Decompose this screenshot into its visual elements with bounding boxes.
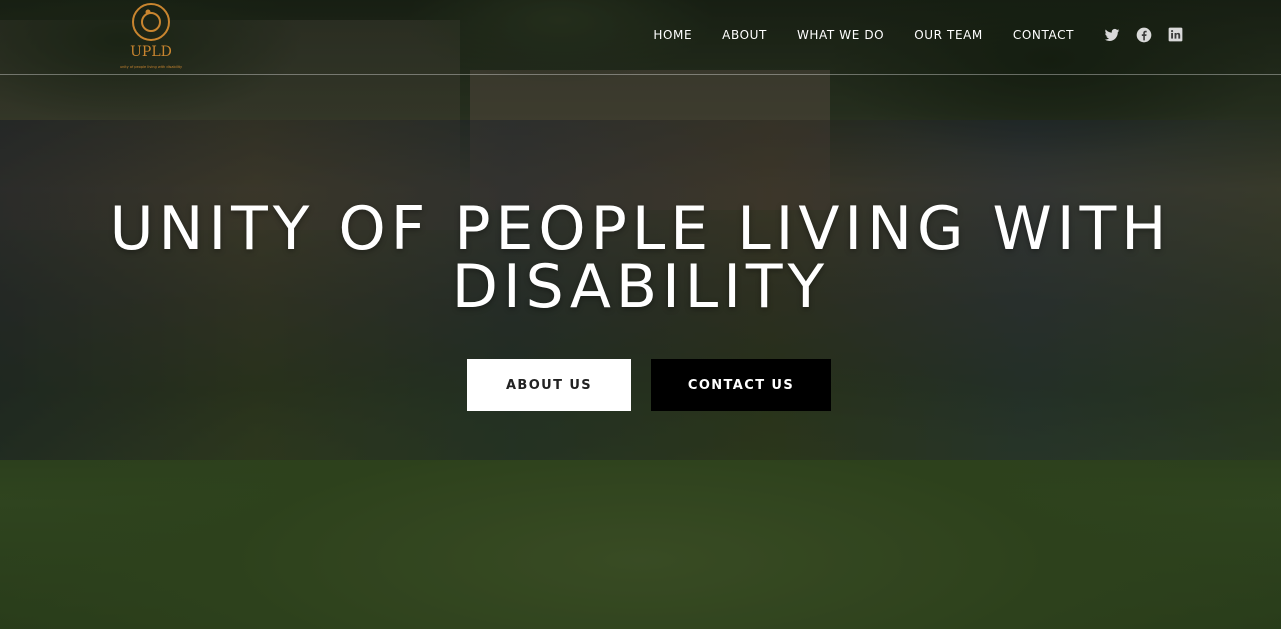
logo-emblem-icon: UPLD unity of people living with disabil…	[120, 3, 182, 69]
hero-title-line-1: UNITY OF PEOPLE LIVING WITH	[109, 194, 1172, 264]
nav-item-about[interactable]: ABOUT	[722, 28, 767, 42]
twitter-icon[interactable]	[1104, 27, 1122, 45]
linkedin-icon[interactable]	[1168, 27, 1186, 45]
social-links	[1104, 27, 1186, 45]
contact-us-button[interactable]: CONTACT US	[651, 359, 831, 411]
hero-section: UPLD unity of people living with disabil…	[0, 0, 1281, 629]
facebook-icon[interactable]	[1136, 27, 1154, 45]
nav-item-our-team[interactable]: OUR TEAM	[914, 28, 983, 42]
nav-item-what-we-do[interactable]: WHAT WE DO	[797, 28, 884, 42]
hero-title-line-2: DISABILITY	[451, 252, 830, 322]
nav-item-home[interactable]: HOME	[653, 28, 692, 42]
site-logo[interactable]: UPLD unity of people living with disabil…	[118, 0, 184, 72]
logo-text: UPLD	[130, 44, 172, 60]
about-us-button[interactable]: ABOUT US	[467, 359, 631, 411]
nav-item-contact[interactable]: CONTACT	[1013, 28, 1074, 42]
site-header: UPLD unity of people living with disabil…	[0, 0, 1281, 75]
logo-subtext: unity of people living with disability	[120, 65, 182, 69]
hero-title: UNITY OF PEOPLE LIVING WITH DISABILITY	[0, 194, 1281, 322]
main-navigation: HOME ABOUT WHAT WE DO OUR TEAM CONTACT	[653, 28, 1074, 42]
